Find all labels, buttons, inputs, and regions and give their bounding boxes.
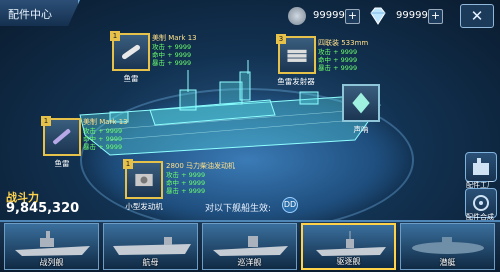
page-title: 配件中心 <box>8 8 52 21</box>
slot-caption: 鱼雷 <box>54 159 70 168</box>
carrier-icon <box>113 237 191 255</box>
silver-coin-icon <box>288 7 306 25</box>
slot-caption: 鱼雷 <box>123 74 139 83</box>
launcher-icon <box>287 49 307 62</box>
cruiser-icon <box>213 236 288 256</box>
destroyer-icon <box>316 231 386 256</box>
tab-carrier[interactable]: 航母 <box>103 223 198 270</box>
applies-to-hint: 对以下舰船生效: <box>205 204 272 214</box>
equip-stat: 攻击 + 9999 <box>152 43 192 51</box>
torpedo-icon <box>53 129 71 145</box>
equip-name: 2800 马力柴油发动机 <box>166 162 236 170</box>
ship-class-badge: DD <box>282 197 298 213</box>
tab-label: 巡洋舰 <box>237 258 262 267</box>
close-button[interactable]: ✕ <box>460 4 494 28</box>
tab-battleship[interactable]: 战列舰 <box>4 223 99 270</box>
equip-name: 四联装 533mm <box>318 39 369 47</box>
slot-caption: 小型发动机 <box>125 202 163 211</box>
equip-name: 美制 Mark 13 <box>83 118 128 126</box>
engine-icon <box>135 173 153 187</box>
tab-label: 潜艇 <box>439 258 456 267</box>
diamond-count: 99999 <box>396 10 428 21</box>
engine-slot[interactable]: 1 <box>123 159 163 199</box>
tab-label: 战列舰 <box>39 258 64 267</box>
factory-button[interactable] <box>465 152 497 182</box>
equip-stat: 命中 + 9999 <box>152 51 192 59</box>
sonar-slot[interactable] <box>342 84 380 122</box>
equip-name: 美制 Mark 13 <box>152 34 197 42</box>
tab-label: 航母 <box>142 258 159 267</box>
add-diamond-button[interactable]: + <box>428 9 443 24</box>
tab-destroyer[interactable]: 驱逐舰 <box>301 223 396 270</box>
tab-submarine[interactable]: 潜艇 <box>400 223 495 270</box>
equip-stat: 暴击 + 9999 <box>83 143 123 151</box>
equip-stat: 命中 + 9999 <box>166 179 206 187</box>
slot-caption: 鱼雷发射器 <box>277 77 315 86</box>
battleship-icon <box>15 231 90 256</box>
equip-stat: 攻击 + 9999 <box>83 127 123 135</box>
slot-caption: 声呐 <box>353 125 369 134</box>
torpedo-slot-2[interactable]: 1 <box>41 116 81 156</box>
submarine-icon <box>412 237 484 254</box>
tab-label: 驱逐舰 <box>336 257 361 266</box>
equip-stat: 攻击 + 9999 <box>318 48 358 56</box>
equip-stat: 暴击 + 9999 <box>166 187 206 195</box>
sonar-icon <box>352 92 370 114</box>
diamond-icon <box>370 7 386 25</box>
add-coin-button[interactable]: + <box>345 9 360 24</box>
torpedo-slot[interactable]: 1 <box>110 31 150 71</box>
coin-count: 99999 <box>313 10 345 21</box>
equip-stat: 命中 + 9999 <box>83 135 123 143</box>
battle-power-value: 9,845,320 <box>6 201 80 216</box>
equip-stat: 命中 + 9999 <box>318 56 358 64</box>
factory-icon <box>473 158 489 175</box>
equip-stat: 攻击 + 9999 <box>166 171 206 179</box>
torpedo-launcher-slot[interactable]: 3 <box>276 34 316 74</box>
equip-stat: 暴击 + 9999 <box>318 64 358 72</box>
equip-stat: 暴击 + 9999 <box>152 59 192 67</box>
game-screen: 配件中心 99999 + 99999 + ✕ 1 鱼雷 美制 Mark 13 攻… <box>0 0 500 272</box>
tab-cruiser[interactable]: 巡洋舰 <box>202 223 297 270</box>
torpedo-icon <box>122 44 140 60</box>
